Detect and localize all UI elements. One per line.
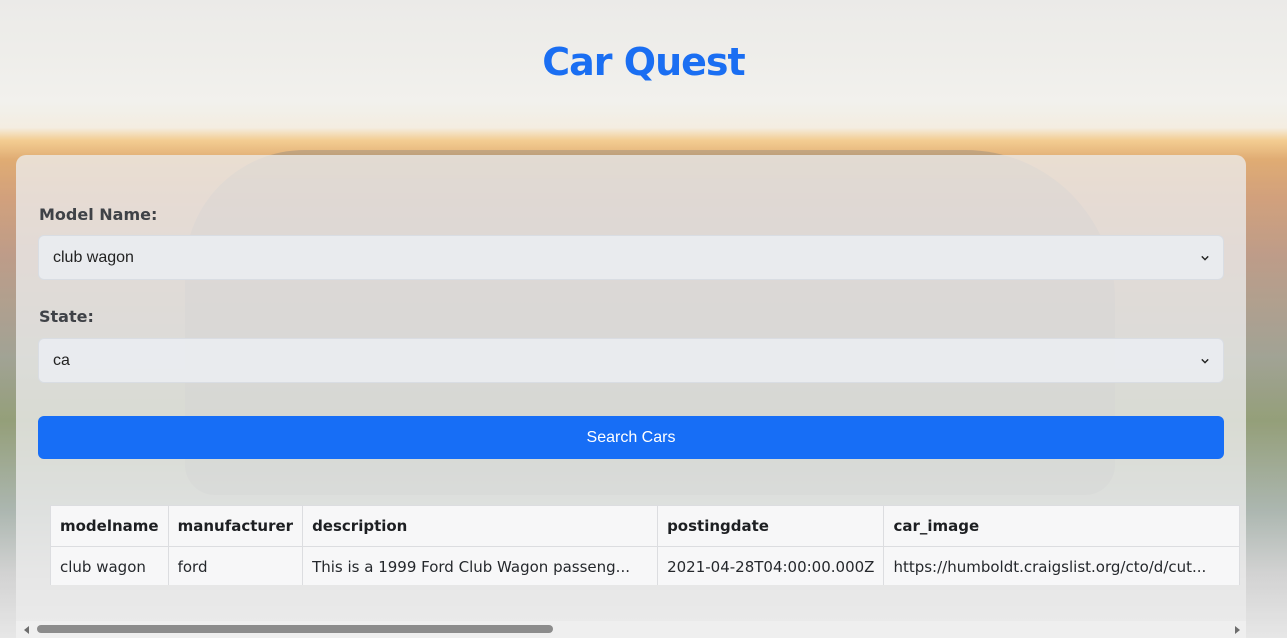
column-header: car_image: [883, 505, 1241, 547]
column-header: postingdate: [657, 505, 885, 547]
model-name-select[interactable]: club wagon: [38, 235, 1224, 280]
table-cell: This is a 1999 Ford Club Wagon passeng..…: [302, 546, 659, 585]
column-header: description: [302, 505, 659, 547]
table-row[interactable]: club wagon ford This is a 1999 Ford Club…: [50, 546, 1241, 585]
scroll-right-arrow-icon[interactable]: [1235, 626, 1240, 634]
chevron-down-icon: [1201, 255, 1209, 261]
table-cell: 2021-04-28T04:00:00.000Z: [657, 546, 885, 585]
horizontal-scrollbar[interactable]: [16, 621, 1246, 638]
search-cars-button[interactable]: Search Cars: [38, 416, 1224, 459]
state-label: State:: [39, 307, 94, 326]
column-header: manufacturer: [167, 505, 304, 547]
results-table: modelname manufacturer description posti…: [50, 505, 1241, 585]
page-title: Car Quest: [542, 40, 745, 84]
table-header-row: modelname manufacturer description posti…: [50, 505, 1241, 547]
model-name-value: club wagon: [53, 248, 134, 266]
table-cell: club wagon: [50, 546, 169, 585]
column-header: modelname: [50, 505, 169, 547]
scroll-left-arrow-icon[interactable]: [24, 626, 29, 634]
state-value: ca: [53, 351, 70, 369]
scrollbar-thumb[interactable]: [37, 625, 553, 633]
search-panel: Model Name: club wagon State: ca Search …: [16, 155, 1246, 638]
table-cell: ford: [167, 546, 304, 585]
chevron-down-icon: [1201, 358, 1209, 364]
table-cell: https://humboldt.craigslist.org/cto/d/cu…: [883, 546, 1241, 585]
state-select[interactable]: ca: [38, 338, 1224, 383]
model-name-label: Model Name:: [39, 205, 158, 224]
results-table-container: modelname manufacturer description posti…: [50, 505, 1246, 585]
